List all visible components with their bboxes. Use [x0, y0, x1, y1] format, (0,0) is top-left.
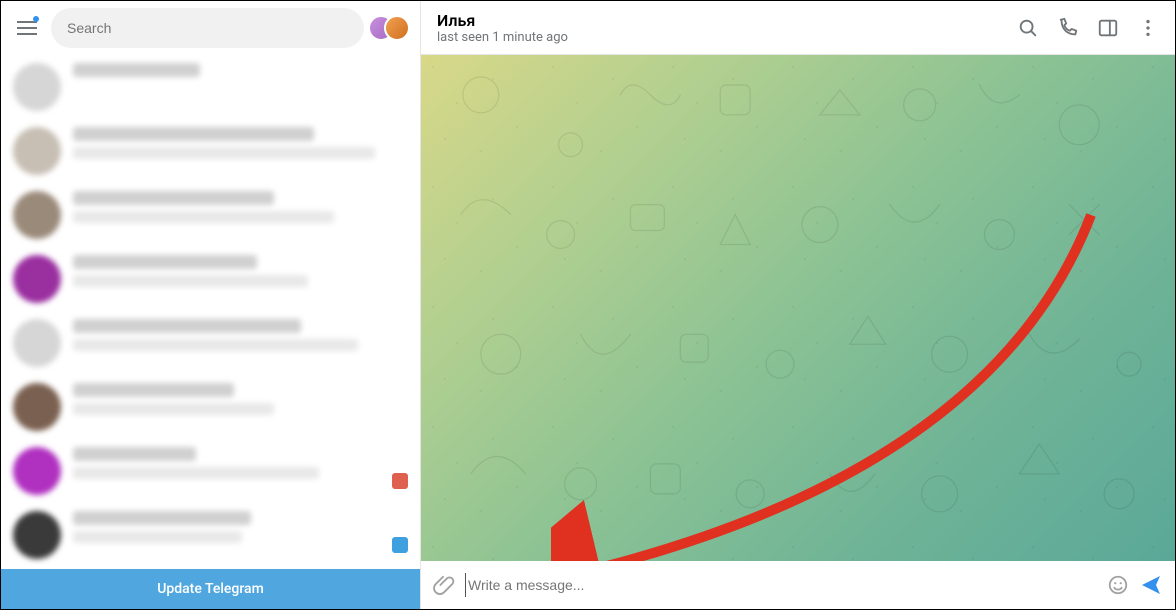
main-panel: Илья last seen 1 minute ago	[421, 1, 1175, 609]
chat-header-info[interactable]: Илья last seen 1 minute ago	[437, 11, 1017, 45]
chat-badge	[392, 473, 408, 489]
update-telegram-button[interactable]: Update Telegram	[1, 569, 420, 609]
story-avatars[interactable]	[378, 15, 410, 41]
chat-avatar	[13, 447, 61, 495]
chat-header[interactable]: Илья last seen 1 minute ago	[421, 1, 1175, 55]
chat-list-item[interactable]	[1, 55, 420, 119]
chat-title	[73, 255, 257, 269]
menu-icon	[17, 21, 37, 35]
chat-info	[73, 127, 408, 159]
chat-info	[73, 63, 408, 95]
chat-preview	[73, 467, 319, 479]
compose-bar	[421, 561, 1175, 609]
chat-info	[73, 319, 408, 351]
more-icon[interactable]	[1137, 17, 1159, 39]
emoji-icon[interactable]	[1107, 574, 1129, 596]
chat-title	[73, 63, 200, 77]
send-icon[interactable]	[1139, 573, 1163, 597]
chat-avatar	[13, 383, 61, 431]
chat-preview	[73, 403, 274, 415]
chat-preview	[73, 275, 308, 287]
search-input[interactable]	[51, 8, 364, 48]
chat-list-item[interactable]	[1, 503, 420, 567]
chat-title	[73, 511, 251, 525]
sidebar-toggle-icon[interactable]	[1097, 17, 1119, 39]
sidebar-header	[1, 1, 420, 55]
chat-list[interactable]	[1, 55, 420, 569]
attach-icon[interactable]	[433, 574, 455, 596]
call-icon[interactable]	[1057, 17, 1079, 39]
menu-notification-dot	[33, 16, 39, 22]
chat-title	[73, 383, 234, 397]
menu-button[interactable]	[11, 12, 43, 44]
chat-list-item[interactable]	[1, 375, 420, 439]
chat-preview	[73, 339, 358, 351]
chat-list-item[interactable]	[1, 311, 420, 375]
chat-info	[73, 447, 380, 479]
chat-body[interactable]	[421, 55, 1175, 561]
chat-title	[73, 191, 274, 205]
chat-preview	[73, 147, 375, 159]
chat-avatar	[13, 255, 61, 303]
sidebar: Update Telegram	[1, 1, 421, 609]
background-doodles	[421, 55, 1175, 560]
header-actions	[1017, 17, 1159, 39]
message-input[interactable]	[465, 573, 1097, 597]
chat-avatar	[13, 127, 61, 175]
chat-list-item[interactable]	[1, 439, 420, 503]
chat-status: last seen 1 minute ago	[437, 30, 1017, 45]
chat-info	[73, 255, 408, 287]
chat-info	[73, 511, 380, 543]
chat-title	[73, 319, 301, 333]
chat-info	[73, 383, 408, 415]
chat-avatar	[13, 63, 61, 111]
chat-title	[73, 447, 196, 461]
chat-avatar	[13, 319, 61, 367]
chat-info	[73, 191, 408, 223]
chat-list-item[interactable]	[1, 247, 420, 311]
chat-preview	[73, 211, 334, 223]
chat-badge	[392, 537, 408, 553]
chat-avatar	[13, 511, 61, 559]
chat-list-item[interactable]	[1, 119, 420, 183]
chat-name: Илья	[437, 11, 1017, 30]
story-avatar[interactable]	[384, 15, 410, 41]
chat-list-item[interactable]	[1, 183, 420, 247]
search-icon[interactable]	[1017, 17, 1039, 39]
chat-title	[73, 127, 314, 141]
chat-preview	[73, 531, 242, 543]
chat-avatar	[13, 191, 61, 239]
